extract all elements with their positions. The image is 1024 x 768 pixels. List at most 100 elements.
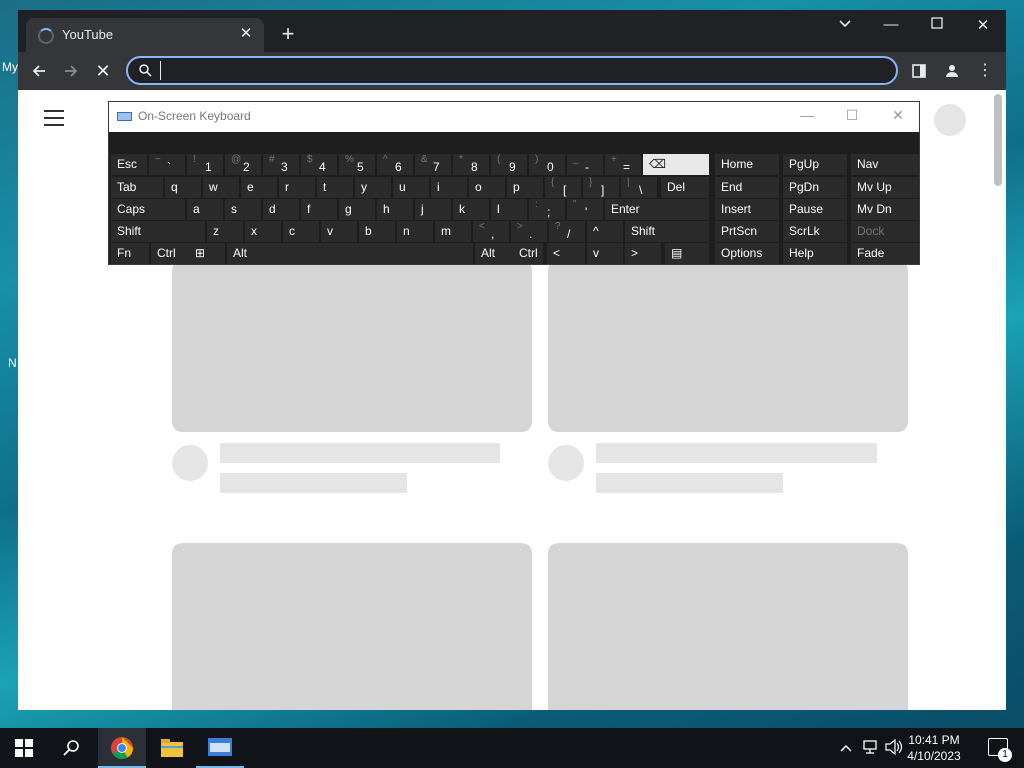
key-home[interactable]: Home [715, 154, 779, 175]
osk-taskbar-button[interactable] [196, 728, 244, 768]
key-fn[interactable]: Fn [111, 243, 149, 264]
key-dock[interactable]: Dock [851, 221, 919, 242]
key-[interactable]: }] [583, 177, 619, 198]
key-caps[interactable]: Caps [111, 199, 185, 220]
key-pgdn[interactable]: PgDn [783, 177, 847, 198]
key-t[interactable]: t [317, 177, 353, 198]
key-nav[interactable]: Nav [851, 154, 919, 175]
key-mv-up[interactable]: Mv Up [851, 177, 919, 198]
key-1[interactable]: ! 1 [187, 154, 223, 175]
key-8[interactable]: * 8 [453, 154, 489, 175]
minimize-button[interactable]: — [879, 16, 903, 33]
key-[interactable]: {[ [545, 177, 581, 198]
key-shift[interactable]: Shift [625, 221, 709, 242]
key-g[interactable]: g [339, 199, 375, 220]
key-3[interactable]: #3 [263, 154, 299, 175]
key-v[interactable]: v [321, 221, 357, 242]
key-tab[interactable]: Tab [111, 177, 163, 198]
key-[interactable]: :; [529, 199, 565, 220]
key-prtscn[interactable]: PrtScn [715, 221, 779, 242]
key-[interactable]: >. [511, 221, 547, 242]
key-q[interactable]: q [165, 177, 201, 198]
key-a[interactable]: a [187, 199, 223, 220]
key-[interactable]: ⊞ [189, 243, 225, 264]
key-w[interactable]: w [203, 177, 239, 198]
key-[interactable]: > [625, 243, 661, 264]
key-o[interactable]: o [469, 177, 505, 198]
key-[interactable]: ~ ` [149, 154, 185, 175]
key-d[interactable]: d [263, 199, 299, 220]
file-explorer-button[interactable] [148, 728, 196, 768]
key-v[interactable]: v [587, 243, 623, 264]
key-scrlk[interactable]: ScrLk [783, 221, 847, 242]
key-5[interactable]: % 5 [339, 154, 375, 175]
network-icon[interactable] [862, 739, 880, 758]
key-c[interactable]: c [283, 221, 319, 242]
key-insert[interactable]: Insert [715, 199, 779, 220]
key-end[interactable]: End [715, 177, 779, 198]
key-mv-dn[interactable]: Mv Dn [851, 199, 919, 220]
profile-icon[interactable] [941, 60, 963, 82]
scrollbar-thumb[interactable] [994, 94, 1002, 186]
key-options[interactable]: Options [715, 243, 779, 264]
key-9[interactable]: (9 [491, 154, 527, 175]
key-[interactable]: <, [473, 221, 509, 242]
key-b[interactable]: b [359, 221, 395, 242]
chevron-up-icon[interactable] [840, 739, 852, 756]
key-del[interactable]: Del [661, 177, 709, 198]
start-button[interactable] [0, 728, 48, 768]
chrome-taskbar-button[interactable] [98, 728, 146, 768]
key-ctrl[interactable]: Ctrl [513, 243, 543, 264]
key-s[interactable]: s [225, 199, 261, 220]
key-[interactable]: ⌫ [643, 154, 709, 175]
tab-search-chevron-icon[interactable] [833, 16, 857, 33]
key-k[interactable]: k [453, 199, 489, 220]
key-enter[interactable]: Enter [605, 199, 709, 220]
back-button[interactable] [26, 58, 52, 84]
osk-minimize-button[interactable]: — [797, 107, 817, 123]
address-bar[interactable] [126, 56, 898, 85]
key-u[interactable]: u [393, 177, 429, 198]
osk-titlebar[interactable]: On-Screen Keyboard — ☐ ✕ [109, 102, 919, 132]
search-button[interactable] [48, 728, 96, 768]
key-y[interactable]: y [355, 177, 391, 198]
key-7[interactable]: & 7 [415, 154, 451, 175]
key-pause[interactable]: Pause [783, 199, 847, 220]
address-input[interactable] [160, 61, 880, 80]
key-[interactable]: " ' [567, 199, 603, 220]
key-z[interactable]: z [207, 221, 243, 242]
close-window-button[interactable]: ✕ [971, 16, 995, 34]
key-[interactable]: ^ [587, 221, 623, 242]
key-[interactable]: < [547, 243, 585, 264]
key-4[interactable]: $4 [301, 154, 337, 175]
forward-button[interactable] [58, 58, 84, 84]
side-panel-icon[interactable] [908, 60, 930, 82]
key-i[interactable]: i [431, 177, 467, 198]
system-clock[interactable]: 10:41 PM 4/10/2023 [902, 732, 966, 764]
maximize-button[interactable] [925, 16, 949, 33]
key-h[interactable]: h [377, 199, 413, 220]
key-esc[interactable]: Esc [111, 154, 147, 175]
key-shift[interactable]: Shift [111, 221, 205, 242]
volume-icon[interactable] [885, 738, 903, 758]
key-m[interactable]: m [435, 221, 471, 242]
key-n[interactable]: n [397, 221, 433, 242]
key-x[interactable]: x [245, 221, 281, 242]
menu-kebab-icon[interactable]: ⋮ [974, 60, 996, 82]
tab-youtube[interactable]: YouTube ✕ [26, 18, 264, 52]
key-[interactable]: ? / [549, 221, 585, 242]
key-r[interactable]: r [279, 177, 315, 198]
key-p[interactable]: p [507, 177, 543, 198]
key-6[interactable]: ^ 6 [377, 154, 413, 175]
key-2[interactable]: @2 [225, 154, 261, 175]
key-[interactable]: _ - [567, 154, 603, 175]
key-space[interactable] [263, 243, 473, 264]
key-j[interactable]: j [415, 199, 451, 220]
osk-close-button[interactable]: ✕ [888, 107, 908, 124]
key-[interactable]: | \ [621, 177, 657, 198]
key-[interactable]: + = [605, 154, 641, 175]
key-fade[interactable]: Fade [851, 243, 919, 264]
key-help[interactable]: Help [783, 243, 847, 264]
key-e[interactable]: e [241, 177, 277, 198]
key-[interactable]: ▤ [665, 243, 709, 264]
